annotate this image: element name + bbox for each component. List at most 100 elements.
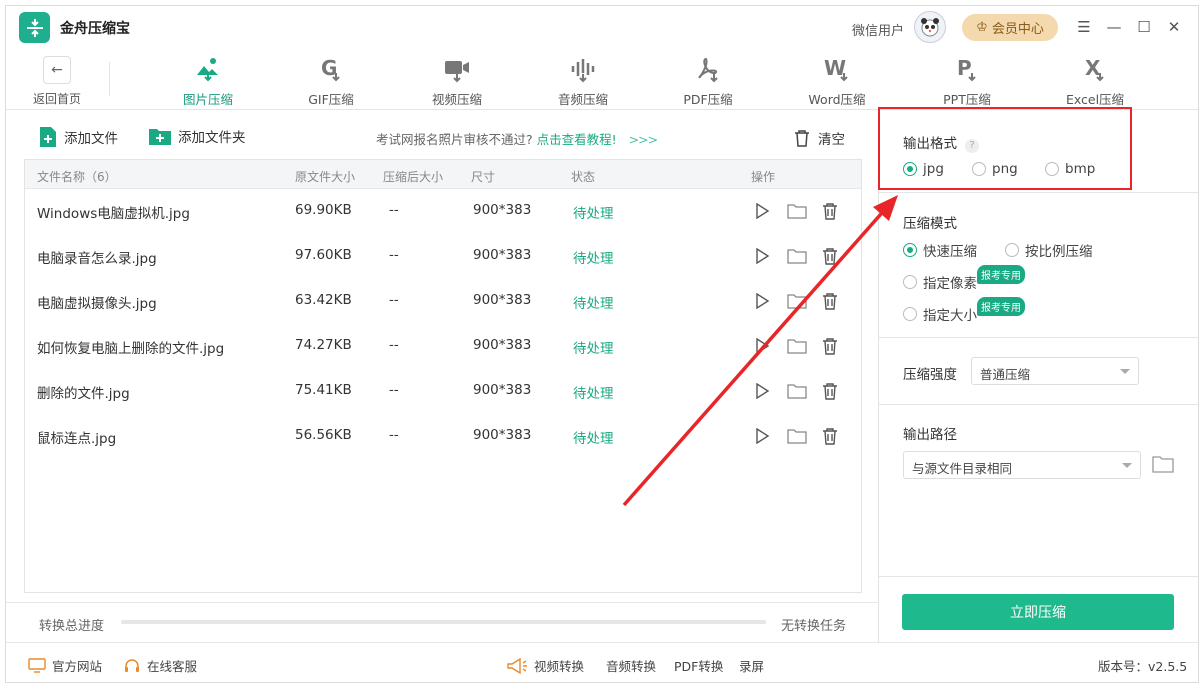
add-file-icon: [40, 127, 56, 147]
folder-icon[interactable]: [787, 246, 807, 266]
tab-video-compress[interactable]: 视频压缩: [417, 54, 497, 108]
crown-icon: ♔: [976, 20, 988, 35]
add-folder-button[interactable]: 添加文件夹: [148, 126, 246, 146]
tab-label: 视频压缩: [431, 92, 482, 107]
col-name: 文件名称（6）: [37, 170, 117, 184]
tab-gif-compress[interactable]: G GIF压缩: [291, 54, 371, 108]
table-row[interactable]: 如何恢复电脑上删除的文件.jpg 74.27KB -- 900*383 待处理: [25, 324, 861, 369]
excel-icon: X: [1080, 54, 1110, 84]
compress-mode-title: 压缩模式: [903, 216, 957, 232]
video-convert-link[interactable]: 视频转换: [506, 656, 584, 675]
folder-icon[interactable]: [787, 426, 807, 446]
cell-orig: 75.41KB: [295, 382, 352, 398]
trash-icon[interactable]: [820, 291, 840, 311]
maximize-icon[interactable]: ☐: [1134, 17, 1154, 37]
cell-size: 900*383: [473, 202, 532, 218]
audio-convert-link[interactable]: 音频转换: [606, 656, 656, 675]
tutorial-link[interactable]: 点击查看教程!: [537, 132, 617, 147]
trash-icon[interactable]: [820, 381, 840, 401]
mode-pixel-radio[interactable]: 指定像素: [903, 272, 977, 292]
version-label: 版本号：v2.5.5: [1098, 659, 1188, 674]
avatar[interactable]: [914, 11, 946, 43]
compress-mode-section: 压缩模式 快速压缩 按比例压缩 指定像素 报考专用 指定大小 报考专用: [879, 193, 1198, 338]
tab-label: Word压缩: [808, 92, 866, 107]
support-link[interactable]: 在线客服: [123, 656, 197, 675]
tab-label: 图片压缩: [182, 92, 233, 107]
vip-center-button[interactable]: ♔ 会员中心: [962, 14, 1058, 41]
folder-icon[interactable]: [787, 291, 807, 311]
folder-icon[interactable]: [1152, 455, 1174, 477]
table-row[interactable]: Windows电脑虚拟机.jpg 69.90KB -- 900*383 待处理: [25, 189, 861, 234]
trash-icon[interactable]: [820, 426, 840, 446]
progress-bar-area: 转换总进度 无转换任务: [6, 602, 878, 642]
compress-strength-title: 压缩强度: [903, 367, 957, 383]
folder-icon[interactable]: [787, 336, 807, 356]
mode-fast-radio[interactable]: 快速压缩: [903, 240, 977, 260]
tab-audio-compress[interactable]: 音频压缩: [543, 54, 623, 108]
clear-button[interactable]: 清空: [794, 128, 845, 148]
cell-status: 待处理: [573, 296, 614, 312]
compress-now-button[interactable]: 立即压缩: [902, 594, 1174, 630]
settings-panel: 输出格式? jpg png bmp 压缩模式 快速压缩 按比例压缩 指定像素 报…: [878, 111, 1198, 642]
menu-icon[interactable]: ☰: [1074, 17, 1094, 37]
tab-label: GIF压缩: [308, 92, 354, 107]
col-orig-size: 原文件大小: [295, 170, 356, 184]
trash-icon[interactable]: [820, 201, 840, 221]
hint-question: 考试网报名照片审核不通过?: [376, 132, 533, 147]
cell-size: 900*383: [473, 427, 532, 443]
tab-label: 音频压缩: [557, 92, 608, 107]
cell-name: 如何恢复电脑上删除的文件.jpg: [37, 341, 225, 357]
tab-pdf-compress[interactable]: PDF压缩: [668, 54, 748, 108]
tool-tabs: ← 返回首页 图片压缩 G GIF压缩 视频压缩 音频压缩 PDF压缩 W Wo…: [6, 50, 1198, 110]
mode-ratio-radio[interactable]: 按比例压缩: [1005, 240, 1093, 260]
audio-icon: [568, 54, 598, 84]
table-row[interactable]: 鼠标连点.jpg 56.56KB -- 900*383 待处理: [25, 414, 861, 459]
strength-select[interactable]: 普通压缩: [971, 357, 1139, 385]
close-icon[interactable]: ✕: [1164, 17, 1184, 37]
table-row[interactable]: 电脑虚拟摄像头.jpg 63.42KB -- 900*383 待处理: [25, 279, 861, 324]
tab-ppt-compress[interactable]: P PPT压缩: [927, 54, 1007, 108]
radio-icon: [1005, 243, 1019, 257]
play-icon[interactable]: [752, 426, 772, 446]
website-link[interactable]: 官方网站: [28, 656, 102, 675]
tab-excel-compress[interactable]: X Excel压缩: [1055, 54, 1135, 108]
cell-size: 900*383: [473, 382, 532, 398]
tab-image-compress[interactable]: 图片压缩: [168, 54, 248, 108]
pdf-convert-link[interactable]: PDF转换: [674, 656, 723, 675]
col-dimensions: 尺寸: [471, 170, 496, 184]
add-file-button[interactable]: 添加文件: [38, 126, 118, 148]
exam-badge: 报考专用: [977, 265, 1025, 284]
divider: [109, 62, 110, 96]
record-screen-link[interactable]: 录屏: [739, 656, 764, 675]
play-icon[interactable]: [752, 291, 772, 311]
trash-icon[interactable]: [820, 246, 840, 266]
cell-name: 电脑录音怎么录.jpg: [37, 251, 157, 267]
cell-size: 900*383: [473, 337, 532, 353]
add-file-label: 添加文件: [64, 131, 118, 147]
action-bar: 添加文件 添加文件夹 考试网报名照片审核不通过? 点击查看教程! >>> 清空: [6, 111, 878, 161]
play-icon[interactable]: [752, 246, 772, 266]
app-logo: [19, 12, 50, 43]
back-home-button[interactable]: ← 返回首页: [32, 56, 82, 107]
pdf-icon: [693, 54, 723, 84]
mode-size-radio[interactable]: 指定大小: [903, 304, 977, 324]
hint-text: 考试网报名照片审核不通过? 点击查看教程! >>>: [376, 129, 658, 148]
play-icon[interactable]: [752, 201, 772, 221]
tab-word-compress[interactable]: W Word压缩: [797, 54, 877, 108]
folder-icon[interactable]: [787, 201, 807, 221]
play-icon[interactable]: [752, 381, 772, 401]
cell-orig: 63.42KB: [295, 292, 352, 308]
output-path-select[interactable]: 与源文件目录相同: [903, 451, 1141, 479]
add-folder-icon: [149, 129, 171, 145]
user-name[interactable]: 微信用户: [852, 20, 904, 39]
table-row[interactable]: 电脑录音怎么录.jpg 97.60KB -- 900*383 待处理: [25, 234, 861, 279]
exam-badge: 报考专用: [977, 297, 1025, 316]
minimize-icon[interactable]: —: [1104, 17, 1124, 37]
gif-icon: G: [316, 54, 346, 84]
table-row[interactable]: 删除的文件.jpg 75.41KB -- 900*383 待处理: [25, 369, 861, 414]
progress-track: [121, 620, 766, 624]
play-icon[interactable]: [752, 336, 772, 356]
folder-icon[interactable]: [787, 381, 807, 401]
trash-icon[interactable]: [820, 336, 840, 356]
add-folder-label: 添加文件夹: [178, 130, 246, 146]
